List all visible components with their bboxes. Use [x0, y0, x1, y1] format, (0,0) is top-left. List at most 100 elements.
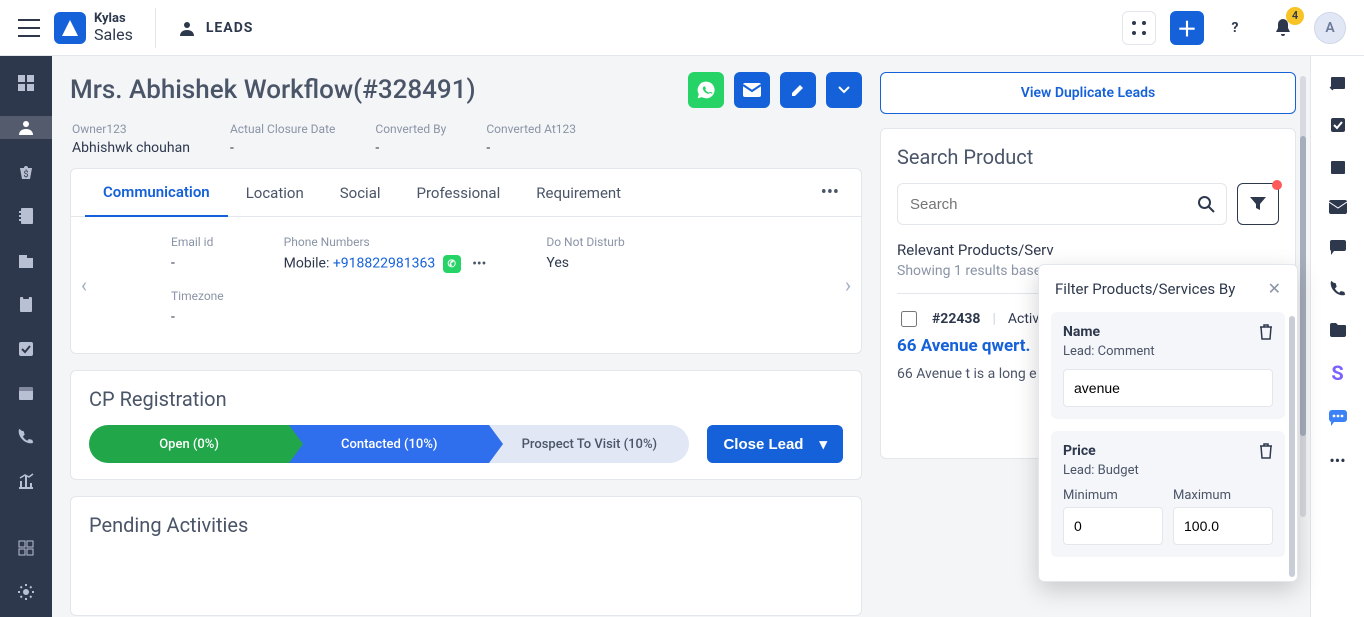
phone-label: Phone Numbers	[284, 235, 487, 249]
rail-more[interactable]: •••	[1329, 451, 1345, 470]
filter-name-sub: Lead: Comment	[1063, 344, 1273, 359]
email-button[interactable]	[734, 72, 770, 108]
close-lead-button[interactable]: Close Lead ▾	[707, 425, 843, 463]
filter-name-input[interactable]	[1063, 369, 1273, 407]
person-icon	[178, 19, 196, 37]
whatsapp-button[interactable]	[688, 72, 724, 108]
filter-button[interactable]	[1237, 183, 1279, 225]
divider	[155, 8, 156, 48]
pipeline: Open (0%) Contacted (10%) Prospect To Vi…	[89, 425, 689, 463]
rail-chat[interactable]	[1329, 238, 1347, 256]
nav-calls[interactable]	[0, 426, 52, 448]
convertedby-label: Converted By	[375, 122, 446, 136]
result-checkbox[interactable]	[901, 311, 917, 327]
result-separator: |	[992, 311, 995, 327]
filter-max-label: Maximum	[1173, 488, 1273, 503]
convertedat-label: Converted At123	[486, 122, 576, 136]
filter-price-sub: Lead: Budget	[1063, 463, 1273, 478]
nav-deals[interactable]: $	[0, 161, 52, 183]
convertedby-value: -	[375, 140, 446, 156]
filter-block-price: Price Lead: Budget Minimum	[1051, 431, 1285, 557]
tab-communication[interactable]: Communication	[85, 169, 228, 217]
popover-title: Filter Products/Services By	[1055, 280, 1235, 298]
cp-title: CP Registration	[89, 387, 843, 411]
nav-settings[interactable]	[0, 581, 52, 603]
tab-overflow[interactable]: •••	[813, 174, 847, 211]
rail-s-app[interactable]: S	[1331, 361, 1343, 385]
rail-notes[interactable]	[1329, 74, 1347, 92]
phone-more[interactable]: •••	[472, 256, 486, 272]
email-label: Email id	[171, 235, 224, 249]
rail-files[interactable]	[1329, 322, 1347, 337]
edit-button[interactable]	[780, 72, 816, 108]
tab-location[interactable]: Location	[228, 170, 322, 216]
whatsapp-badge-icon: ✆	[443, 255, 461, 273]
nav-leads[interactable]	[0, 116, 52, 138]
tab-professional[interactable]: Professional	[399, 170, 519, 216]
product-search-input[interactable]	[897, 183, 1227, 225]
details-prev[interactable]: ‹	[81, 273, 87, 297]
notifications-button[interactable]: 4	[1266, 11, 1300, 45]
filter-name-label: Name	[1063, 324, 1100, 340]
popover-close[interactable]: ✕	[1268, 279, 1281, 298]
filter-active-indicator	[1272, 180, 1282, 190]
breadcrumb[interactable]: LEADS	[178, 19, 254, 37]
brand: Kylas Sales	[54, 12, 133, 44]
help-button[interactable]: ?	[1218, 11, 1252, 45]
rail-messages[interactable]	[1328, 409, 1348, 427]
quick-add-button[interactable]: ＋	[1170, 11, 1204, 45]
nav-tasks[interactable]	[0, 338, 52, 360]
search-product-title: Search Product	[897, 145, 1279, 169]
scrollbar[interactable]	[1300, 136, 1306, 436]
stage-prospect[interactable]: Prospect To Visit (10%)	[489, 425, 689, 463]
rail-email[interactable]	[1329, 200, 1347, 214]
filter-min-input[interactable]	[1063, 507, 1163, 545]
view-duplicate-leads-button[interactable]: View Duplicate Leads	[880, 72, 1296, 114]
brand-logo	[54, 12, 86, 44]
filter-price-label: Price	[1063, 443, 1096, 459]
nav-products[interactable]	[0, 293, 52, 315]
rail-call[interactable]	[1329, 280, 1347, 298]
left-nav: $	[0, 56, 52, 617]
apps-button[interactable]	[1122, 11, 1156, 45]
rail-tasks[interactable]	[1329, 116, 1347, 134]
notification-count: 4	[1286, 7, 1304, 25]
relevant-products-label: Relevant Products/Serv	[897, 241, 1279, 259]
dnd-label: Do Not Disturb	[546, 235, 624, 249]
phone-number-link[interactable]: +918822981363	[333, 256, 435, 272]
menu-toggle[interactable]	[18, 19, 40, 37]
lead-summary: Owner123 Abhishwk chouhan Actual Closure…	[70, 120, 862, 168]
email-value: -	[171, 255, 224, 271]
filter-block-name: Name Lead: Comment	[1051, 312, 1285, 419]
search-icon[interactable]	[1197, 195, 1215, 213]
tab-social[interactable]: Social	[322, 170, 399, 216]
filter-max-input[interactable]	[1173, 507, 1273, 545]
more-actions-button[interactable]	[826, 72, 862, 108]
nav-expand[interactable]	[0, 537, 52, 559]
dnd-value: Yes	[546, 255, 624, 271]
stage-contacted[interactable]: Contacted (10%)	[289, 425, 489, 463]
nav-company[interactable]	[0, 249, 52, 271]
tab-requirement[interactable]: Requirement	[518, 170, 639, 216]
stage-open[interactable]: Open (0%)	[89, 425, 289, 463]
cp-registration-card: CP Registration Open (0%) Contacted (10%…	[70, 370, 862, 480]
nav-calendar[interactable]	[0, 382, 52, 404]
closure-value: -	[230, 140, 335, 156]
filter-min-label: Minimum	[1063, 488, 1163, 503]
result-id: #22438	[932, 311, 980, 327]
pending-activities-card: Pending Activities	[70, 496, 862, 616]
nav-reports[interactable]	[0, 470, 52, 492]
rail-calendar[interactable]	[1329, 158, 1347, 176]
nav-contacts[interactable]	[0, 205, 52, 227]
details-next[interactable]: ›	[845, 273, 851, 297]
pending-title: Pending Activities	[89, 513, 843, 537]
brand-name: Kylas	[94, 12, 133, 26]
svg-text:$: $	[23, 169, 28, 180]
filter-name-delete[interactable]	[1259, 324, 1273, 340]
convertedat-value: -	[486, 140, 576, 156]
right-rail: S •••	[1310, 56, 1364, 617]
nav-dashboard[interactable]	[0, 72, 52, 94]
result-status: Activ	[1008, 311, 1039, 327]
user-avatar[interactable]: A	[1314, 12, 1346, 44]
filter-price-delete[interactable]	[1259, 443, 1273, 459]
